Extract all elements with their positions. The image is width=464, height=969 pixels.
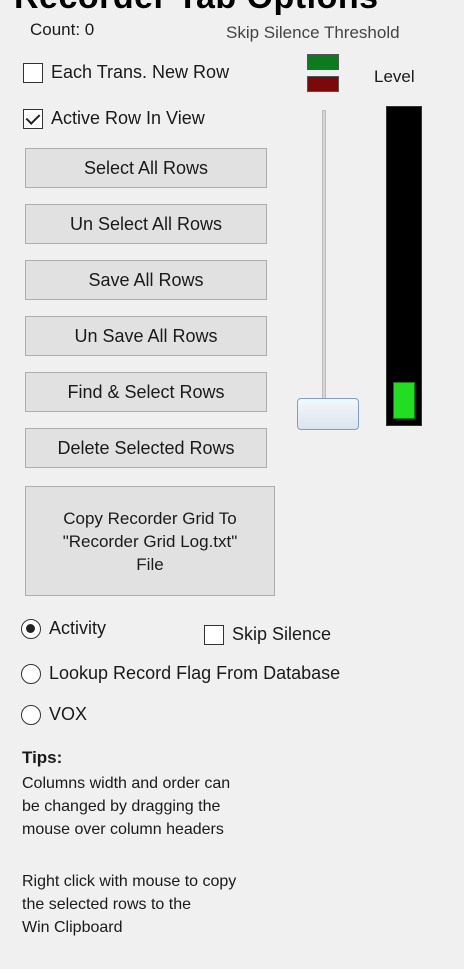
green-indicator xyxy=(307,54,339,70)
tips-line: be changed by dragging the xyxy=(22,798,221,815)
level-meter-fill xyxy=(393,382,415,419)
count-label: Count: 0 xyxy=(30,20,95,39)
copy-recorder-grid-button[interactable]: Copy Recorder Grid To "Recorder Grid Log… xyxy=(25,486,275,596)
tips-line: Columns width and order can xyxy=(22,775,231,792)
checkbox-label: Skip Silence xyxy=(232,624,332,644)
active-row-in-view-checkbox[interactable]: Active Row In View xyxy=(23,108,205,129)
tips-line: Win Clipboard xyxy=(22,919,123,936)
checkbox-label: Active Row In View xyxy=(51,108,205,128)
threshold-slider-thumb[interactable] xyxy=(297,398,359,430)
activity-radio[interactable]: Activity xyxy=(21,618,106,639)
each-trans-new-row-checkbox[interactable]: Each Trans. New Row xyxy=(23,62,229,83)
vox-radio[interactable]: VOX xyxy=(21,704,87,725)
skip-silence-threshold-label: Skip Silence Threshold xyxy=(226,23,400,42)
checkbox-label: Each Trans. New Row xyxy=(51,62,230,82)
button-line: "Recorder Grid Log.txt" xyxy=(62,531,238,551)
tips-line: the selected rows to the xyxy=(22,896,191,913)
tips-line: Right click with mouse to copy xyxy=(22,873,237,890)
radio-label: Activity xyxy=(49,618,107,638)
tips-paragraph-2: Right click with mouse to copy the selec… xyxy=(22,870,342,939)
find-select-rows-button[interactable]: Find & Select Rows xyxy=(25,372,267,412)
checkbox-box[interactable] xyxy=(23,62,43,83)
level-meter xyxy=(386,106,422,426)
select-all-rows-button[interactable]: Select All Rows xyxy=(25,148,267,188)
radio-circle[interactable] xyxy=(21,618,41,639)
button-line: Copy Recorder Grid To xyxy=(63,508,237,528)
red-indicator xyxy=(307,76,339,92)
tips-line: mouse over column headers xyxy=(22,821,224,838)
unsave-all-rows-button[interactable]: Un Save All Rows xyxy=(25,316,267,356)
lookup-record-flag-radio[interactable]: Lookup Record Flag From Database xyxy=(21,663,340,684)
page-title: Recorder Tab Options xyxy=(14,0,379,17)
unselect-all-rows-button[interactable]: Un Select All Rows xyxy=(25,204,267,244)
button-line: File xyxy=(136,554,164,574)
tips-title: Tips: xyxy=(22,748,63,767)
checkbox-box[interactable] xyxy=(204,624,224,645)
radio-label: Lookup Record Flag From Database xyxy=(49,663,341,683)
save-all-rows-button[interactable]: Save All Rows xyxy=(25,260,267,300)
level-label: Level xyxy=(374,67,415,86)
skip-silence-checkbox[interactable]: Skip Silence xyxy=(204,624,331,645)
delete-selected-rows-button[interactable]: Delete Selected Rows xyxy=(25,428,267,468)
checkbox-box[interactable] xyxy=(23,108,43,129)
radio-circle[interactable] xyxy=(21,663,41,684)
threshold-slider-track[interactable] xyxy=(322,110,326,430)
tips-paragraph-1: Columns width and order can be changed b… xyxy=(22,772,342,841)
radio-label: VOX xyxy=(49,704,88,724)
radio-circle[interactable] xyxy=(21,704,41,725)
